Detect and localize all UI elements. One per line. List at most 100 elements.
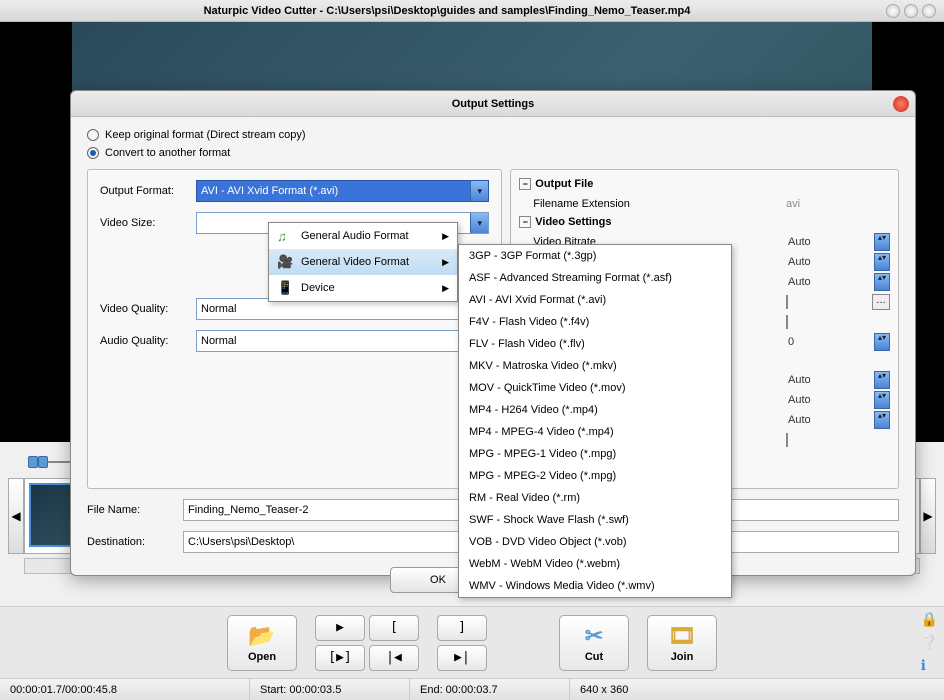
chevron-right-icon: ▶ bbox=[442, 231, 449, 242]
folder-icon: 📂 bbox=[248, 623, 275, 649]
video-icon: 🎥 bbox=[277, 254, 293, 270]
format-category-menu: ♫ General Audio Format ▶ 🎥 General Video… bbox=[268, 222, 458, 302]
format-menu-item[interactable]: MP4 - MPEG-4 Video (*.mp4) bbox=[459, 421, 731, 443]
status-time: 00:00:01.7/00:00:45.8 bbox=[0, 679, 250, 700]
setting-value[interactable]: Auto bbox=[788, 276, 874, 288]
setting-value[interactable]: 0 bbox=[788, 336, 874, 348]
spinner-icon[interactable]: ▴▾ bbox=[874, 233, 890, 251]
mark-out-button[interactable]: ] bbox=[437, 615, 487, 641]
mark-in-button[interactable]: [ bbox=[369, 615, 419, 641]
spinner-icon[interactable]: ▴▾ bbox=[874, 371, 890, 389]
video-bitrate-value[interactable]: Auto bbox=[788, 236, 874, 248]
playback-controls: ▶ [ [▶] |◀ bbox=[315, 615, 419, 671]
format-menu-item[interactable]: RM - Real Video (*.rm) bbox=[459, 487, 731, 509]
trim-start-handle[interactable] bbox=[28, 456, 38, 468]
status-dimensions: 640 x 360 bbox=[570, 679, 944, 700]
dialog-close-button[interactable] bbox=[893, 96, 909, 112]
video-quality-label: Video Quality: bbox=[100, 303, 196, 315]
chevron-down-icon: ▾ bbox=[470, 181, 488, 201]
checkbox[interactable] bbox=[786, 315, 788, 329]
filename-ext-label: Filename Extension bbox=[533, 198, 786, 210]
chevron-right-icon: ▶ bbox=[442, 283, 449, 294]
format-menu-item[interactable]: MPG - MPEG-1 Video (*.mpg) bbox=[459, 443, 731, 465]
format-menu-item[interactable]: FLV - Flash Video (*.flv) bbox=[459, 333, 731, 355]
spinner-icon[interactable]: ▴▾ bbox=[874, 411, 890, 429]
format-menu-item[interactable]: MKV - Matroska Video (*.mkv) bbox=[459, 355, 731, 377]
maximize-button[interactable] bbox=[904, 4, 918, 18]
format-group: Output Format: AVI - AVI Xvid Format (*.… bbox=[87, 169, 502, 489]
filename-ext-value[interactable]: avi bbox=[786, 198, 872, 210]
help-icon[interactable]: ❔ bbox=[921, 634, 938, 651]
join-button[interactable]: 🎞 Join bbox=[647, 615, 717, 671]
browse-button[interactable]: … bbox=[872, 294, 890, 310]
dialog-title: Output Settings bbox=[452, 98, 535, 110]
spinner-icon[interactable]: ▴▾ bbox=[874, 253, 890, 271]
lock-icon[interactable]: 🔒 bbox=[921, 611, 938, 628]
output-format-combo[interactable]: AVI - AVI Xvid Format (*.avi) ▾ bbox=[196, 180, 489, 202]
checkbox[interactable] bbox=[786, 433, 788, 447]
playhead-handle[interactable] bbox=[38, 456, 48, 468]
film-icon: 🎞 bbox=[668, 623, 696, 649]
frame-controls: ] ▶| bbox=[437, 615, 541, 671]
bottom-toolbar: 📂 Open ▶ [ [▶] |◀ ] ▶| ✂ Cut 🎞 Join bbox=[0, 606, 944, 678]
menu-item-audio-format[interactable]: ♫ General Audio Format ▶ bbox=[269, 223, 457, 249]
music-icon: ♫ bbox=[277, 229, 293, 244]
status-end: End: 00:00:03.7 bbox=[410, 679, 570, 700]
radio-convert-format[interactable]: Convert to another format bbox=[87, 147, 899, 159]
format-menu-item[interactable]: 3GP - 3GP Format (*.3gp) bbox=[459, 245, 731, 267]
menu-item-device[interactable]: 📱 Device ▶ bbox=[269, 275, 457, 301]
prev-frame-button[interactable]: |◀ bbox=[369, 645, 419, 671]
status-start: Start: 00:00:03.5 bbox=[250, 679, 410, 700]
spinner-icon[interactable]: ▴▾ bbox=[874, 391, 890, 409]
seek-fwd-button[interactable]: [▶] bbox=[315, 645, 365, 671]
thumb-prev-button[interactable]: ◀ bbox=[8, 478, 24, 554]
output-format-label: Output Format: bbox=[100, 185, 196, 197]
audio-quality-label: Audio Quality: bbox=[100, 335, 196, 347]
dialog-titlebar: Output Settings bbox=[71, 91, 915, 117]
destination-label: Destination: bbox=[87, 536, 183, 548]
format-menu-item[interactable]: AVI - AVI Xvid Format (*.avi) bbox=[459, 289, 731, 311]
spinner-icon[interactable]: ▴▾ bbox=[874, 333, 890, 351]
next-frame-button[interactable]: ▶| bbox=[437, 645, 487, 671]
format-menu-item[interactable]: MPG - MPEG-2 Video (*.mpg) bbox=[459, 465, 731, 487]
output-file-header[interactable]: Output File bbox=[519, 178, 890, 190]
radio-keep-format[interactable]: Keep original format (Direct stream copy… bbox=[87, 129, 899, 141]
thumb-next-button[interactable]: ▶ bbox=[920, 478, 936, 554]
audio-quality-combo[interactable]: Normal ▾ bbox=[196, 330, 489, 352]
format-menu-item[interactable]: VOB - DVD Video Object (*.vob) bbox=[459, 531, 731, 553]
video-settings-header[interactable]: Video Settings bbox=[519, 216, 890, 228]
setting-value[interactable]: Auto bbox=[788, 394, 874, 406]
setting-value[interactable]: Auto bbox=[788, 374, 874, 386]
setting-value[interactable]: Auto bbox=[788, 414, 874, 426]
video-size-label: Video Size: bbox=[100, 217, 196, 229]
radio-icon bbox=[87, 147, 99, 159]
checkbox[interactable] bbox=[786, 295, 788, 309]
radio-icon bbox=[87, 129, 99, 141]
titlebar: Naturpic Video Cutter - C:\Users\psi\Des… bbox=[0, 0, 944, 22]
format-menu-item[interactable]: MOV - QuickTime Video (*.mov) bbox=[459, 377, 731, 399]
side-icons: 🔒 ❔ ℹ bbox=[921, 611, 938, 674]
minimize-button[interactable] bbox=[886, 4, 900, 18]
format-menu-item[interactable]: WebM - WebM Video (*.webm) bbox=[459, 553, 731, 575]
close-button[interactable] bbox=[922, 4, 936, 18]
device-icon: 📱 bbox=[277, 280, 293, 296]
format-menu-item[interactable]: ASF - Advanced Streaming Format (*.asf) bbox=[459, 267, 731, 289]
status-bar: 00:00:01.7/00:00:45.8 Start: 00:00:03.5 … bbox=[0, 678, 944, 700]
cut-button[interactable]: ✂ Cut bbox=[559, 615, 629, 671]
chevron-right-icon: ▶ bbox=[442, 257, 449, 268]
filename-label: File Name: bbox=[87, 504, 183, 516]
format-menu-item[interactable]: SWF - Shock Wave Flash (*.swf) bbox=[459, 509, 731, 531]
fps-value[interactable]: Auto bbox=[788, 256, 874, 268]
scissors-icon: ✂ bbox=[585, 623, 603, 649]
format-menu-item[interactable]: F4V - Flash Video (*.f4v) bbox=[459, 311, 731, 333]
open-button[interactable]: 📂 Open bbox=[227, 615, 297, 671]
chevron-down-icon: ▾ bbox=[470, 213, 488, 233]
menu-item-video-format[interactable]: 🎥 General Video Format ▶ bbox=[269, 249, 457, 275]
format-menu-item[interactable]: WMV - Windows Media Video (*.wmv) bbox=[459, 575, 731, 597]
window-title: Naturpic Video Cutter - C:\Users\psi\Des… bbox=[8, 5, 886, 17]
format-menu-item[interactable]: MP4 - H264 Video (*.mp4) bbox=[459, 399, 731, 421]
info-icon[interactable]: ℹ bbox=[921, 657, 938, 674]
video-format-submenu: 3GP - 3GP Format (*.3gp)ASF - Advanced S… bbox=[458, 244, 732, 598]
spinner-icon[interactable]: ▴▾ bbox=[874, 273, 890, 291]
play-button[interactable]: ▶ bbox=[315, 615, 365, 641]
